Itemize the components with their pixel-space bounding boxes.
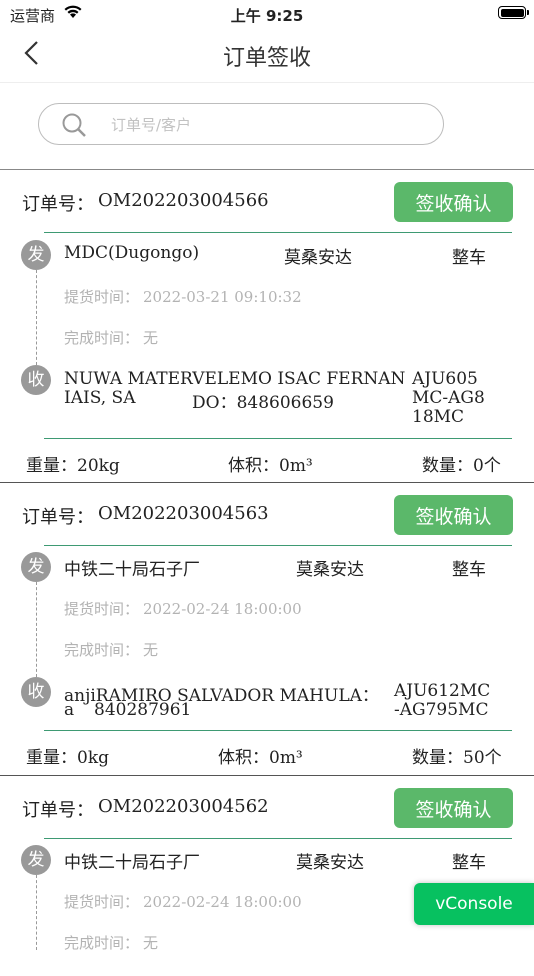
receiver-phone: 840287961 xyxy=(94,700,192,720)
volume-label: 体积： xyxy=(228,456,279,476)
finish-time-value: 无 xyxy=(143,329,159,347)
receiver-name-cont: IAIS, SA xyxy=(64,388,136,408)
receive-badge: 收 xyxy=(21,677,51,707)
order-number: OM202203004563 xyxy=(98,503,269,524)
route-line xyxy=(36,875,37,950)
sender-name: 中铁二十局石子厂 xyxy=(64,853,200,873)
send-badge: 发 xyxy=(21,552,51,582)
pickup-time: 提货时间： 2022-02-24 18:00:00 xyxy=(64,598,302,619)
receiver-name-cont: a xyxy=(64,700,75,720)
transport-type: 整车 xyxy=(452,560,486,580)
search-box[interactable] xyxy=(38,103,444,145)
divider xyxy=(44,232,512,233)
destination: 莫桑安达 xyxy=(296,560,364,580)
confirm-receipt-button[interactable]: 签收确认 xyxy=(394,495,513,535)
order-no-label: 订单号： xyxy=(22,194,94,215)
quantity: 数量：0个 xyxy=(422,451,501,476)
search-input[interactable] xyxy=(109,112,413,138)
search-section xyxy=(0,83,534,170)
status-bar: 运营商 上午 9:25 xyxy=(0,0,534,28)
transport-type: 整车 xyxy=(452,853,486,873)
sender-name: MDC(Dugongo) xyxy=(64,243,200,263)
route-line xyxy=(36,270,37,365)
pickup-time-label: 提货时间： xyxy=(64,288,140,306)
volume: 体积：0m³ xyxy=(218,743,303,768)
pickup-time-label: 提货时间： xyxy=(64,893,140,911)
page-title: 订单签收 xyxy=(222,46,311,71)
pickup-time: 提货时间： 2022-02-24 18:00:00 xyxy=(64,891,302,912)
plate-number-3: 18MC xyxy=(412,407,465,427)
send-badge: 发 xyxy=(21,845,51,875)
finish-time-value: 无 xyxy=(143,641,159,659)
nav-bar: 订单签收 xyxy=(0,28,534,83)
confirm-receipt-button[interactable]: 签收确认 xyxy=(394,182,513,222)
quantity: 数量：50个 xyxy=(412,743,502,768)
order-number: OM202203004566 xyxy=(98,190,269,211)
sender-name: 中铁二十局石子厂 xyxy=(64,560,200,580)
destination: 莫桑安达 xyxy=(296,853,364,873)
finish-time-label: 完成时间： xyxy=(64,934,140,952)
route-line xyxy=(36,582,37,677)
receiver-phone: DO：848606659 xyxy=(192,393,334,413)
order-number: OM202203004562 xyxy=(98,796,269,817)
receiver-name: NUWA MATERVELEMO ISAC FERNAN xyxy=(64,369,406,389)
send-badge: 发 xyxy=(21,240,51,270)
weight-label: 重量： xyxy=(26,748,77,768)
search-icon xyxy=(61,112,87,142)
plate-number-1: AJU612MC xyxy=(394,681,491,701)
destination: 莫桑安达 xyxy=(284,248,352,268)
vconsole-button[interactable]: vConsole xyxy=(414,883,534,925)
divider xyxy=(44,838,512,839)
confirm-receipt-button[interactable]: 签收确认 xyxy=(394,788,513,828)
pickup-time: 提货时间： 2022-03-21 09:10:32 xyxy=(64,286,302,307)
finish-time: 完成时间：无 xyxy=(64,639,158,660)
battery-icon xyxy=(498,6,529,19)
pickup-time-value: 2022-03-21 09:10:32 xyxy=(143,288,302,306)
quantity-label: 数量： xyxy=(412,748,463,768)
order-card: 订单号： OM202203004563 签收确认 发 收 中铁二十局石子厂 莫桑… xyxy=(0,483,534,776)
divider xyxy=(44,545,512,546)
finish-time-value: 无 xyxy=(143,934,159,952)
pickup-time-value: 2022-02-24 18:00:00 xyxy=(143,600,302,618)
volume-value: 0m³ xyxy=(269,748,303,768)
weight-value: 20kg xyxy=(77,456,120,476)
plate-number-2: -AG795MC xyxy=(394,700,489,720)
divider xyxy=(44,730,512,731)
order-no-label: 订单号： xyxy=(22,800,94,821)
volume: 体积：0m³ xyxy=(228,451,313,476)
receive-badge: 收 xyxy=(21,365,51,395)
volume-value: 0m³ xyxy=(279,456,313,476)
finish-time-label: 完成时间： xyxy=(64,329,140,347)
divider xyxy=(44,438,512,439)
clock: 上午 9:25 xyxy=(230,7,304,25)
weight-value: 0kg xyxy=(77,748,109,768)
order-card: 订单号： OM202203004562 签收确认 发 中铁二十局石子厂 莫桑安达… xyxy=(0,776,534,976)
quantity-label: 数量： xyxy=(422,456,473,476)
pickup-time-label: 提货时间： xyxy=(64,600,140,618)
weight-label: 重量： xyxy=(26,456,77,476)
quantity-value: 0个 xyxy=(473,456,501,476)
weight: 重量：0kg xyxy=(26,743,109,768)
plate-number-1: AJU605 xyxy=(412,369,478,389)
pickup-time-value: 2022-02-24 18:00:00 xyxy=(143,893,302,911)
transport-type: 整车 xyxy=(452,248,486,268)
weight: 重量：20kg xyxy=(26,451,120,476)
order-card: 订单号： OM202203004566 签收确认 发 收 MDC(Dugongo… xyxy=(0,170,534,483)
order-no-label: 订单号： xyxy=(22,507,94,528)
quantity-value: 50个 xyxy=(463,748,502,768)
plate-number-2: MC-AG8 xyxy=(412,388,485,408)
volume-label: 体积： xyxy=(218,748,269,768)
finish-time-label: 完成时间： xyxy=(64,641,140,659)
finish-time: 完成时间：无 xyxy=(64,327,158,348)
